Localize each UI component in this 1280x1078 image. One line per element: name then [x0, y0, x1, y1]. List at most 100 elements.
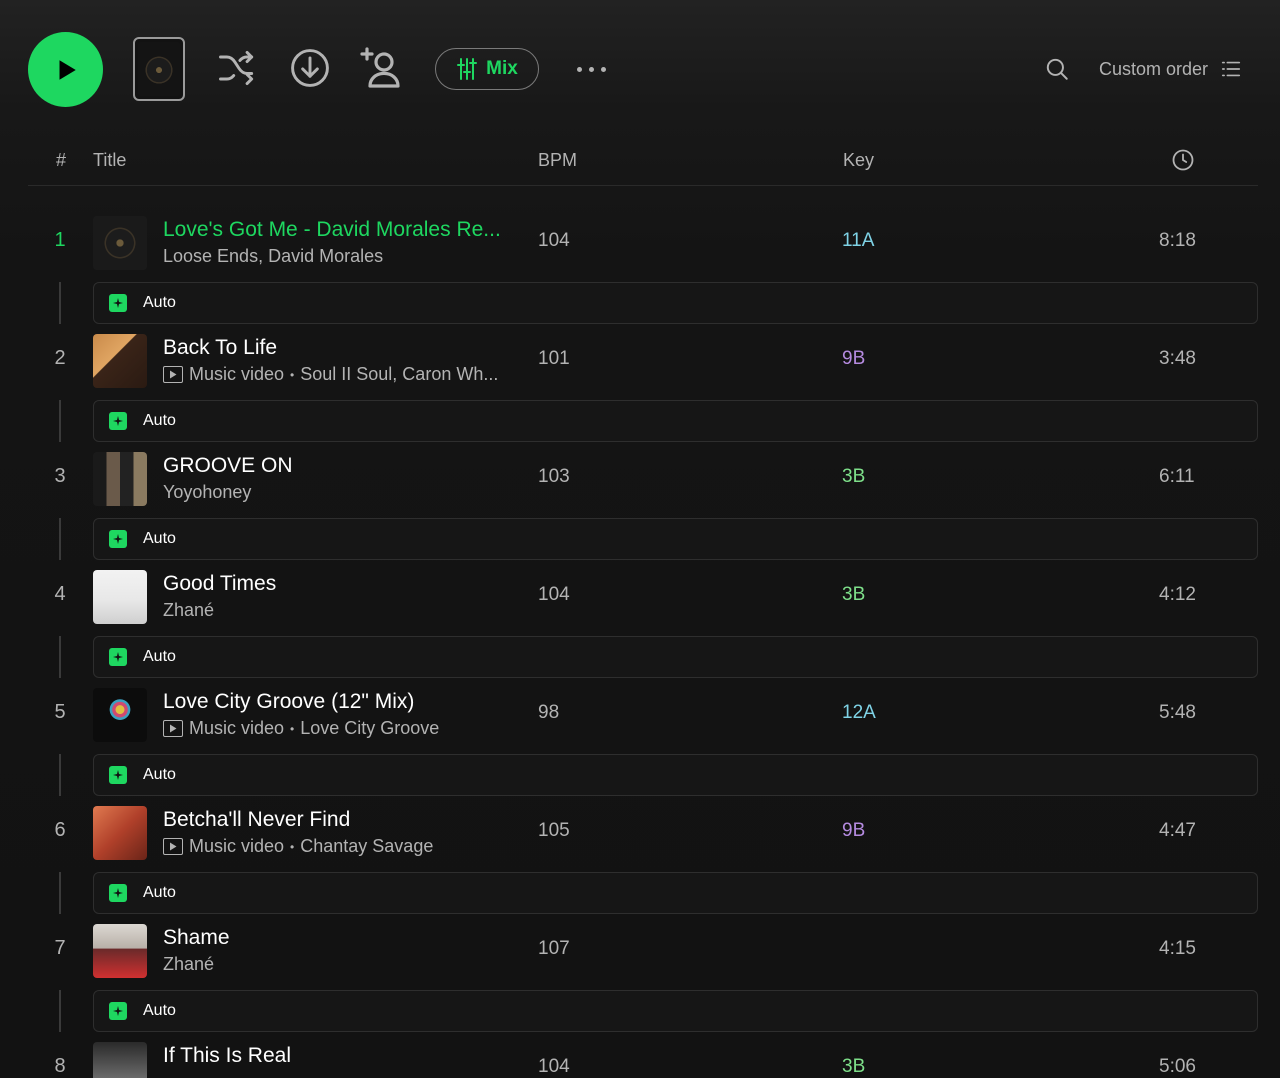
music-video-icon	[163, 838, 183, 855]
track-number: 4	[54, 583, 66, 605]
playlist-cover-button[interactable]	[133, 37, 185, 101]
track-key: 9B	[842, 820, 866, 841]
track-bpm: 98	[538, 702, 560, 723]
add-user-icon	[360, 47, 400, 88]
track-number: 3	[54, 465, 66, 487]
track-number: 5	[54, 701, 66, 723]
add-collaborator-button[interactable]	[358, 44, 406, 92]
track-number: 1	[54, 229, 66, 251]
music-video-icon	[163, 366, 183, 383]
track-title[interactable]: Love City Groove (12" Mix)	[163, 690, 414, 714]
track-row[interactable]: 4 Good Times Zhané 104 3B 4:12	[28, 566, 1258, 630]
music-video-label: Music video	[189, 836, 285, 856]
transition-connector	[59, 282, 61, 324]
transition-connector	[59, 636, 61, 678]
transition-connector	[59, 990, 61, 1032]
track-bpm: 107	[538, 938, 570, 959]
transition-button[interactable]: Auto	[93, 282, 1258, 324]
transition-button[interactable]: Auto	[93, 636, 1258, 678]
more-dot-icon	[576, 66, 582, 72]
transition-connector	[59, 518, 61, 560]
track-title[interactable]: If This Is Real	[163, 1044, 291, 1068]
track-title[interactable]: GROOVE ON	[163, 454, 293, 478]
download-button[interactable]	[286, 44, 334, 92]
transition-button[interactable]: Auto	[93, 990, 1258, 1032]
track-bpm: 104	[538, 230, 570, 251]
track-title[interactable]: Love's Got Me - David Morales Re...	[163, 218, 501, 242]
track-number: 7	[54, 937, 66, 959]
separator-dot: •	[290, 721, 295, 736]
header-key[interactable]: Key	[843, 150, 874, 171]
track-row[interactable]: 6 Betcha'll Never Find Music video • Chantay…	[28, 802, 1258, 866]
transition-row: Auto	[28, 282, 1258, 324]
play-button[interactable]	[28, 32, 103, 107]
shuffle-button[interactable]	[213, 44, 261, 92]
transition-button[interactable]: Auto	[93, 400, 1258, 442]
track-subtitle: Loose Ends, David Morales	[163, 246, 383, 267]
track-title[interactable]: Back To Life	[163, 336, 277, 360]
transition-label: Auto	[143, 884, 176, 901]
track-duration: 3:48	[1159, 348, 1196, 369]
track-subtitle: Music video • Love City Groove	[163, 718, 439, 739]
track-subtitle: Zhané	[163, 954, 214, 975]
track-key: 3B	[842, 466, 866, 487]
transition-label: Auto	[143, 294, 176, 311]
auto-transition-icon	[109, 884, 127, 902]
music-video-icon	[163, 720, 183, 737]
transition-label: Auto	[143, 530, 176, 547]
track-duration: 4:12	[1159, 584, 1196, 605]
header-duration[interactable]	[1171, 148, 1195, 177]
sort-order-button[interactable]: Custom order	[1099, 52, 1242, 86]
track-duration: 5:48	[1159, 702, 1196, 723]
auto-transition-icon	[109, 1002, 127, 1020]
list-icon	[1221, 61, 1241, 77]
track-artists[interactable]: Zhané	[163, 954, 214, 975]
track-key: 12A	[842, 702, 876, 723]
mix-label: Mix	[486, 58, 518, 79]
track-row[interactable]: 8 If This Is Real 104 3B 5:06	[28, 1038, 1258, 1078]
play-icon	[59, 59, 76, 80]
transition-connector	[59, 872, 61, 914]
auto-transition-icon	[109, 294, 127, 312]
transition-button[interactable]: Auto	[93, 518, 1258, 560]
track-title[interactable]: Good Times	[163, 572, 276, 596]
track-artists[interactable]: Zhané	[163, 600, 214, 621]
playlist-page: Mix Custom order # Title BPM Key 1 Love'…	[0, 0, 1280, 1078]
auto-transition-icon	[109, 530, 127, 548]
header-bpm[interactable]: BPM	[538, 150, 577, 171]
header-number: #	[56, 150, 67, 170]
more-dot-icon	[600, 66, 606, 72]
transition-button[interactable]: Auto	[93, 754, 1258, 796]
playlist-cover-image	[138, 42, 180, 96]
transition-row: Auto	[28, 872, 1258, 914]
track-title[interactable]: Betcha'll Never Find	[163, 808, 350, 832]
track-key: 3B	[842, 584, 866, 605]
album-art	[93, 806, 147, 860]
transition-button[interactable]: Auto	[93, 872, 1258, 914]
transition-label: Auto	[143, 412, 176, 429]
search-in-playlist-button[interactable]	[1040, 52, 1074, 86]
more-options-button[interactable]	[566, 50, 616, 88]
track-row[interactable]: 1 Love's Got Me - David Morales Re... Loos…	[28, 212, 1258, 276]
track-artists[interactable]: Loose Ends, David Morales	[163, 246, 383, 267]
mix-button[interactable]: Mix	[435, 48, 539, 90]
track-artists[interactable]: Yoyohoney	[163, 482, 251, 503]
track-bpm: 105	[538, 820, 570, 841]
track-title[interactable]: Shame	[163, 926, 230, 950]
track-row[interactable]: 7 Shame Zhané 107 4:15	[28, 920, 1258, 984]
auto-transition-icon	[109, 766, 127, 784]
track-artists[interactable]: Love City Groove	[300, 718, 439, 739]
album-art	[93, 334, 147, 388]
header-title[interactable]: Title	[93, 150, 126, 171]
track-subtitle: Yoyohoney	[163, 482, 251, 503]
separator-dot: •	[290, 839, 295, 854]
track-duration: 6:11	[1159, 466, 1195, 487]
separator-dot: •	[290, 367, 295, 382]
track-bpm: 101	[538, 348, 570, 369]
track-row[interactable]: 3 GROOVE ON Yoyohoney 103 3B 6:11	[28, 448, 1258, 512]
track-artists[interactable]: Chantay Savage	[300, 836, 433, 857]
track-row[interactable]: 5 Love City Groove (12" Mix) Music video • L…	[28, 684, 1258, 748]
track-duration: 4:15	[1159, 938, 1196, 959]
track-artists[interactable]: Soul II Soul, Caron Wh...	[300, 364, 498, 385]
track-row[interactable]: 2 Back To Life Music video • Soul II Soul, C…	[28, 330, 1258, 394]
